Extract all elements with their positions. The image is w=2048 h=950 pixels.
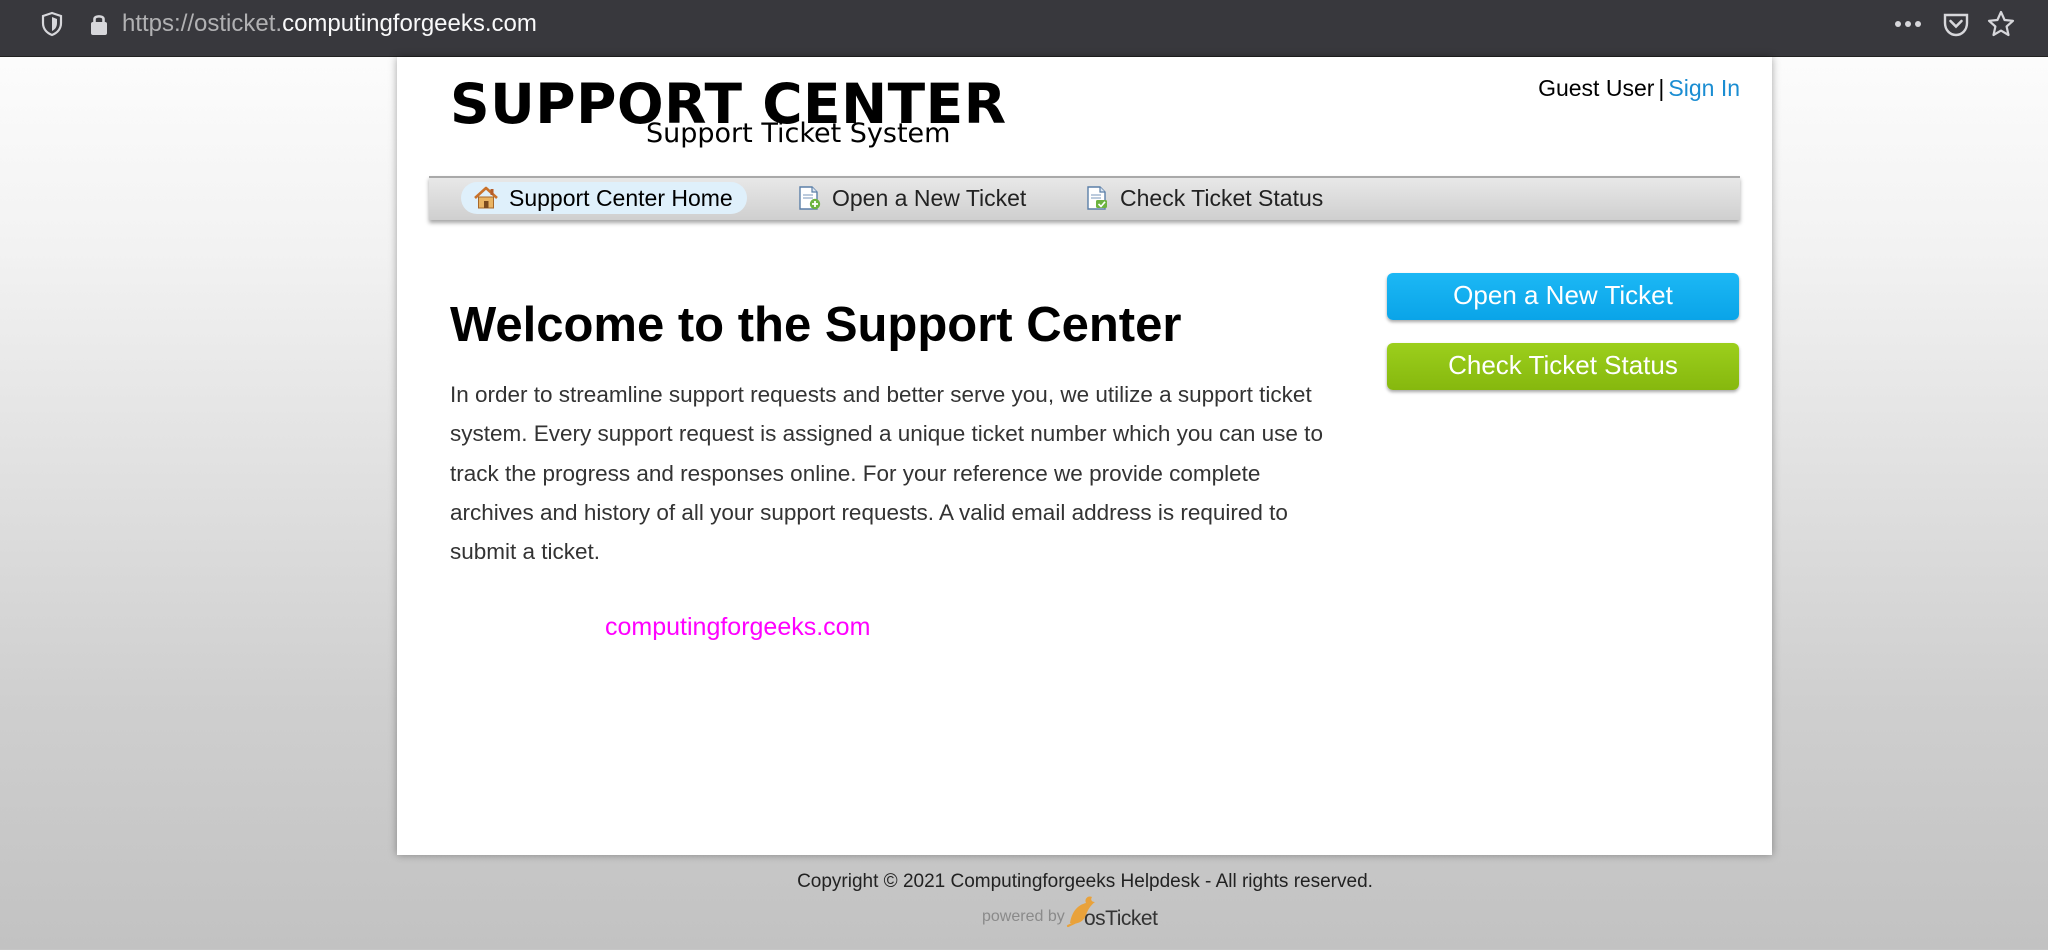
- ticket-status-icon: [1087, 186, 1107, 210]
- sign-in-link[interactable]: Sign In: [1668, 75, 1740, 101]
- powered-by-text: powered by: [982, 908, 1065, 925]
- osticket-logo-icon: osTicket: [1066, 896, 1159, 929]
- nav-label: Open a New Ticket: [832, 184, 1027, 211]
- url-prefix: https://osticket.: [122, 10, 283, 37]
- nav-check-ticket-status[interactable]: Check Ticket Status: [1072, 182, 1337, 214]
- nav-support-center-home[interactable]: Support Center Home: [461, 182, 747, 214]
- svg-text:osTicket: osTicket: [1084, 907, 1158, 929]
- page-container: SUPPORT CENTER Support Ticket System Gue…: [397, 57, 1772, 855]
- logo-subtitle: Support Ticket System: [646, 118, 951, 149]
- lock-icon[interactable]: [88, 12, 110, 36]
- new-ticket-icon: [799, 186, 821, 210]
- site-link[interactable]: computingforgeeks.com: [605, 612, 870, 642]
- copyright-text: Copyright © 2021 Computingforgeeks Helpd…: [797, 871, 1373, 892]
- separator: |: [1658, 75, 1665, 101]
- home-icon: [474, 186, 498, 209]
- pocket-icon[interactable]: [1942, 10, 1970, 38]
- check-ticket-status-button[interactable]: Check Ticket Status: [1387, 343, 1739, 390]
- bookmark-star-icon[interactable]: [1986, 9, 2016, 39]
- footer-copyright: Copyright © 2021 Computingforgeeks Helpd…: [0, 871, 2048, 893]
- guest-user-label: Guest User: [1538, 75, 1655, 101]
- user-area: Guest User | Sign In: [1538, 73, 1740, 103]
- intro-paragraph: In order to streamline support requests …: [450, 382, 1323, 565]
- powered-by-osticket[interactable]: powered by osTicket: [980, 893, 1180, 929]
- open-new-ticket-button[interactable]: Open a New Ticket: [1387, 273, 1739, 320]
- url-domain: computingforgeeks.com: [282, 10, 537, 37]
- main-navigation: Support Center Home Open a New Ticket Ch…: [429, 176, 1740, 220]
- page-title: Welcome to the Support Center: [450, 298, 1182, 352]
- nav-open-new-ticket[interactable]: Open a New Ticket: [784, 182, 1040, 214]
- more-actions-icon[interactable]: [1893, 14, 1923, 34]
- shield-icon[interactable]: [40, 11, 64, 37]
- nav-label: Check Ticket Status: [1120, 184, 1324, 211]
- browser-toolbar: https://osticket.computingforgeeks.com: [0, 0, 2048, 57]
- nav-label: Support Center Home: [509, 184, 733, 211]
- address-bar[interactable]: https://osticket.computingforgeeks.com: [122, 12, 537, 36]
